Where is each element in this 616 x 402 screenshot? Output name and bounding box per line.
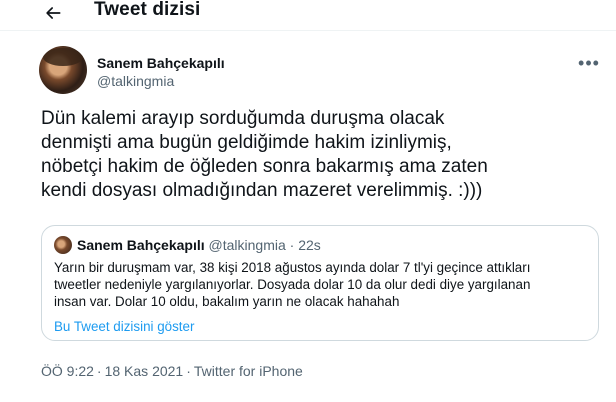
tweet-date[interactable]: 18 Kas 2021: [105, 363, 184, 379]
tweet-text-line: kendi dosyası olmadığından mazeret verel…: [41, 180, 483, 201]
meta-separator: ·: [96, 363, 102, 379]
more-horizontal-icon: •••: [578, 53, 600, 73]
arrow-left-icon: [46, 7, 61, 19]
tweet-text: Dün kalemi arayıp sorduğumda duruşma ola…: [41, 107, 586, 203]
show-thread-link[interactable]: Bu Tweet dizisini göster: [54, 318, 194, 335]
quote-avatar: [54, 236, 72, 254]
avatar[interactable]: [39, 46, 87, 94]
author-name[interactable]: Sanem Bahçekapılı: [97, 54, 225, 72]
tweet-detail: Sanem Bahçekapılı @talkingmia ••• Dün ka…: [0, 30, 616, 402]
author-handle[interactable]: @talkingmia: [97, 72, 174, 90]
tweet-text-line: denmişti ama bugün geldiğimde hakim izin…: [41, 132, 452, 153]
tweet-meta: ÖÖ 9:22 · 18 Kas 2021 · Twitter for iPhone: [41, 362, 303, 380]
quote-author-name: Sanem Bahçekapılı: [77, 237, 205, 253]
top-bar: Tweet dizisi: [0, 0, 616, 30]
meta-separator: ·: [186, 363, 191, 379]
tweet-time[interactable]: ÖÖ 9:22: [41, 363, 94, 379]
quote-author-handle: @talkingmia: [208, 237, 286, 253]
tweet-source[interactable]: Twitter for iPhone: [194, 363, 303, 379]
quote-time: 22s: [298, 237, 321, 253]
quoted-tweet[interactable]: Sanem Bahçekapılı @talkingmia · 22s Yarı…: [41, 225, 599, 341]
quote-text-line: Yarın bir duruşmam var, 38 kişi 2018 ağu…: [54, 260, 531, 275]
quote-text-line: insan var. Dolar 10 oldu, bakalım yarın …: [54, 294, 400, 309]
quote-text: Yarın bir duruşmam var, 38 kişi 2018 ağu…: [54, 259, 588, 310]
quote-separator: ·: [289, 237, 295, 253]
back-button[interactable]: [38, 0, 68, 28]
quote-text-line: tweetler nedeniyle yargılanıyorlar. Dosy…: [54, 277, 531, 292]
tweet-text-line: nöbetçi hakim de öğleden sonra bakarmış …: [41, 156, 488, 177]
tweet-text-line: Dün kalemi arayıp sorduğumda duruşma ola…: [41, 108, 445, 129]
quote-header: Sanem Bahçekapılı @talkingmia · 22s: [77, 236, 321, 254]
page-title: Tweet dizisi: [94, 0, 201, 20]
more-button[interactable]: •••: [577, 53, 601, 73]
